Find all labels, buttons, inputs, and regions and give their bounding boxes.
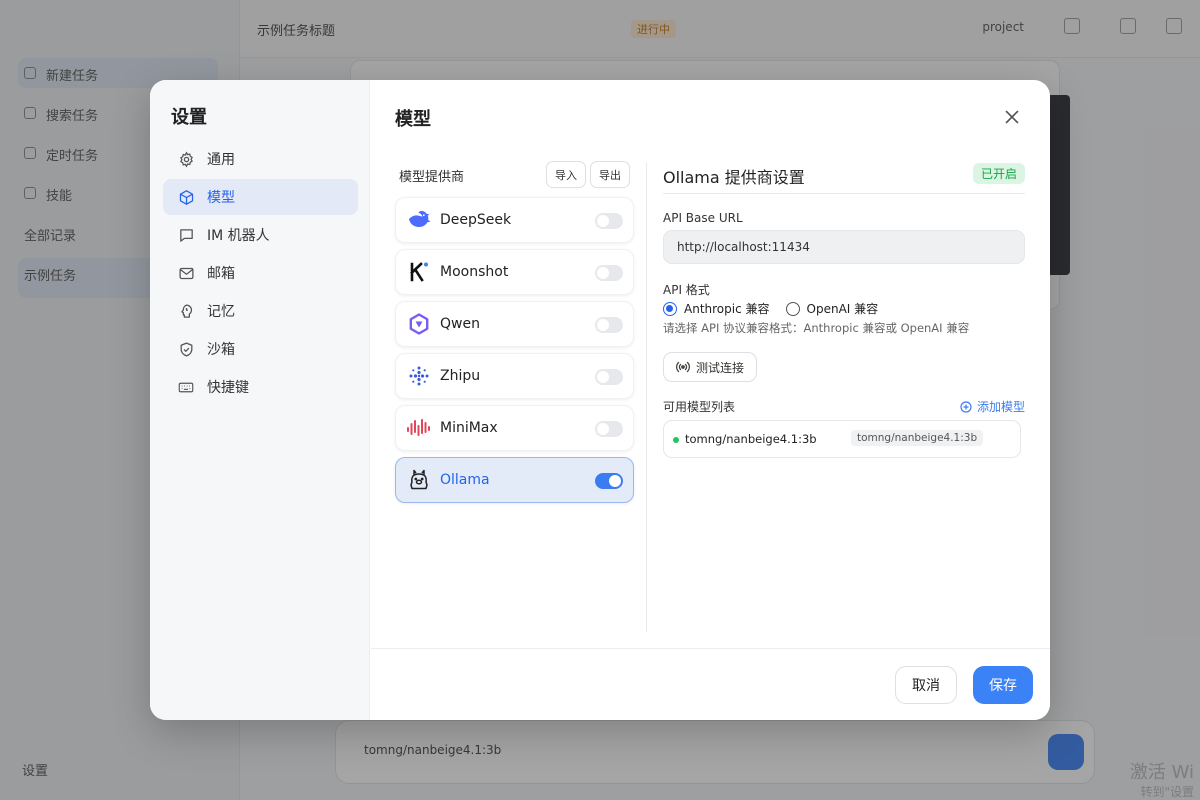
provider-item-deepseek[interactable]: DeepSeek — [395, 197, 634, 243]
broadcast-icon — [676, 361, 690, 373]
minimax-logo-icon — [406, 415, 432, 441]
nav-item-general[interactable]: 通用 — [163, 141, 358, 177]
test-connection-label: 测试连接 — [696, 360, 745, 375]
test-connection-button[interactable]: 测试连接 — [663, 352, 758, 382]
moonshot-logo-icon — [406, 259, 432, 285]
nav-item-model[interactable]: 模型 — [163, 179, 358, 215]
provider-toggle[interactable] — [595, 265, 623, 281]
provider-name: Ollama — [440, 472, 490, 488]
radio-openai[interactable] — [785, 301, 800, 316]
provider-item-zhipu[interactable]: Zhipu — [395, 353, 634, 399]
add-model-button[interactable]: 添加模型 — [960, 398, 1025, 415]
divider — [663, 193, 1025, 194]
ollama-logo-icon — [406, 467, 432, 493]
model-list: tomng/nanbeige4.1:3b tomng/nanbeige4.1:3… — [663, 420, 1021, 458]
settings-dialog: 设置 通用 模型 IM 机器人 邮箱 记忆 沙箱 快捷键 模型 模型提供商 导入… — [150, 80, 1050, 720]
keyboard-icon — [177, 378, 195, 396]
nav-item-label: 记忆 — [207, 304, 235, 320]
base-url-input[interactable] — [663, 230, 1025, 264]
radio-openai-label[interactable]: OpenAI 兼容 — [807, 300, 879, 317]
panel-divider — [646, 162, 647, 632]
provider-item-moonshot[interactable]: Moonshot — [395, 249, 634, 295]
nav-item-sandbox[interactable]: 沙箱 — [163, 331, 358, 367]
provider-name: Qwen — [440, 316, 480, 332]
provider-item-qwen[interactable]: Qwen — [395, 301, 634, 347]
api-format-label: API 格式 — [663, 283, 710, 297]
model-name[interactable]: tomng/nanbeige4.1:3b — [685, 432, 817, 446]
api-format-radio-group: Anthropic 兼容 OpenAI 兼容 — [663, 300, 878, 317]
save-button[interactable]: 保存 — [973, 666, 1033, 704]
brain-icon — [177, 302, 195, 320]
qwen-logo-icon — [406, 311, 432, 337]
base-url-label: API Base URL — [663, 211, 743, 225]
provider-toggle[interactable] — [595, 473, 623, 489]
mail-icon — [177, 264, 195, 282]
page-title: 模型 — [395, 109, 431, 130]
nav-item-label: 快捷键 — [207, 380, 249, 396]
zhipu-logo-icon — [406, 363, 432, 389]
dialog-footer: 取消 保存 — [371, 648, 1050, 720]
provider-toggle[interactable] — [595, 421, 623, 437]
plus-circle-icon — [960, 400, 972, 413]
chat-bubble-icon — [177, 226, 195, 244]
provider-name: MiniMax — [440, 420, 498, 436]
provider-name: DeepSeek — [440, 212, 512, 228]
nav-item-im-bot[interactable]: IM 机器人 — [163, 217, 358, 253]
nav-item-label: 邮箱 — [207, 266, 235, 282]
deepseek-logo-icon — [406, 207, 432, 233]
nav-item-shortcuts[interactable]: 快捷键 — [163, 369, 358, 405]
radio-anthropic-label[interactable]: Anthropic 兼容 — [684, 300, 770, 317]
add-model-label: 添加模型 — [976, 400, 1025, 414]
radio-anthropic[interactable] — [663, 301, 677, 316]
provider-toggle[interactable] — [595, 317, 623, 333]
model-status-dot — [673, 437, 679, 443]
model-tag: tomng/nanbeige4.1:3b — [851, 430, 984, 446]
nav-item-memory[interactable]: 记忆 — [163, 293, 358, 329]
nav-item-label: 沙箱 — [207, 342, 235, 358]
provider-detail-title: Ollama 提供商设置 — [663, 168, 805, 187]
close-icon — [1005, 109, 1019, 128]
settings-main: 模型 模型提供商 导入 导出 DeepSeek Moonshot Qwen Zh… — [371, 80, 1050, 648]
providers-heading: 模型提供商 — [399, 170, 465, 185]
settings-title: 设置 — [171, 107, 207, 128]
status-badge: 已开启 — [972, 163, 1025, 184]
nav-item-mail[interactable]: 邮箱 — [163, 255, 358, 291]
close-button[interactable] — [1000, 106, 1024, 130]
nav-item-label: 模型 — [207, 190, 235, 206]
provider-item-minimax[interactable]: MiniMax — [395, 405, 634, 451]
provider-name: Moonshot — [440, 264, 509, 280]
api-format-hint: 请选择 API 协议兼容格式：Anthropic 兼容或 OpenAI 兼容 — [663, 321, 970, 335]
provider-toggle[interactable] — [595, 369, 623, 385]
export-button[interactable]: 导出 — [590, 161, 630, 188]
shield-icon — [177, 340, 195, 358]
cube-icon — [177, 188, 195, 206]
provider-toggle[interactable] — [595, 213, 623, 229]
provider-name: Zhipu — [440, 368, 481, 384]
cancel-button[interactable]: 取消 — [895, 666, 957, 704]
gear-icon — [177, 150, 195, 168]
models-list-label: 可用模型列表 — [663, 400, 736, 414]
settings-nav: 设置 通用 模型 IM 机器人 邮箱 记忆 沙箱 快捷键 — [150, 80, 370, 720]
nav-item-label: IM 机器人 — [207, 228, 270, 244]
provider-item-ollama[interactable]: Ollama — [395, 457, 634, 503]
import-button[interactable]: 导入 — [546, 161, 586, 188]
nav-item-label: 通用 — [207, 152, 235, 168]
